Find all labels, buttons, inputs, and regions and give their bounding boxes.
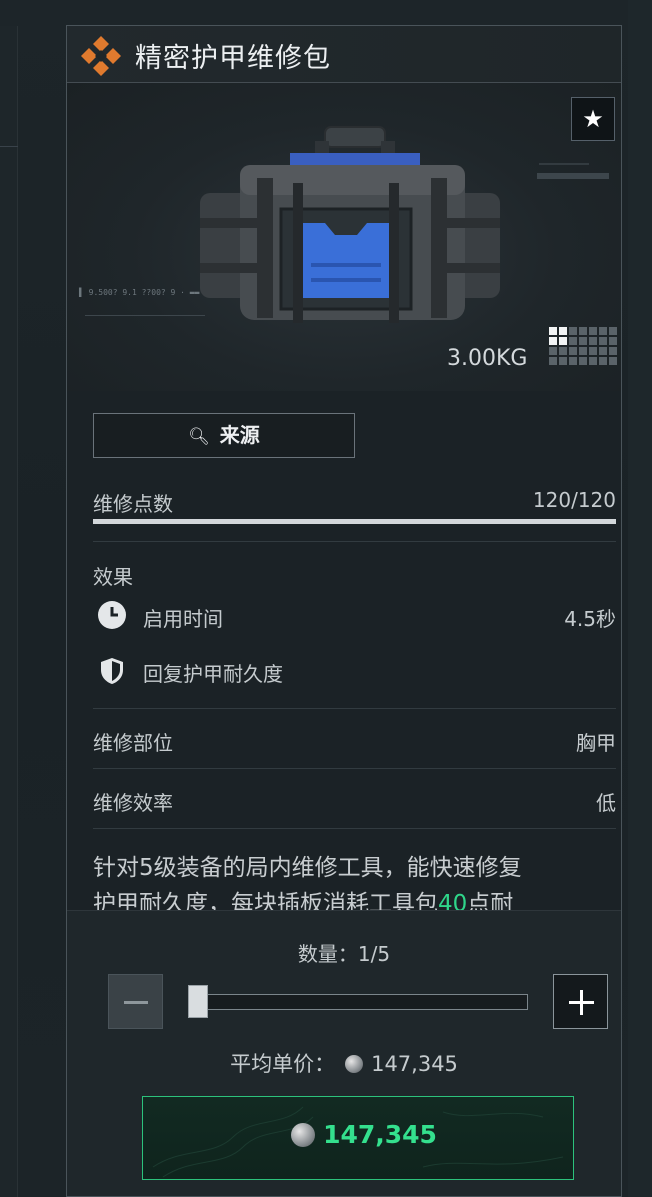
source-button-label: 来源 (219, 423, 260, 447)
divider (93, 708, 616, 709)
purchase-total: 147,345 (143, 1120, 575, 1149)
decorative-line (85, 315, 205, 316)
item-category-icon (81, 36, 121, 76)
average-price-row: 平均单价： 147,345 (67, 1048, 621, 1078)
increase-quantity-button[interactable] (553, 974, 608, 1029)
average-price-value: 147,345 (371, 1052, 458, 1076)
repair-points-bar (93, 519, 616, 524)
quantity-slider-handle[interactable] (188, 985, 208, 1018)
repair-points-label: 维修点数 (93, 492, 173, 516)
decrease-quantity-button[interactable] (108, 974, 163, 1029)
item-weight: 3.00KG (447, 346, 528, 371)
shield-icon (101, 658, 123, 684)
repair-part-label: 维修部位 (93, 731, 173, 755)
source-button[interactable]: 🔍︎ 来源 (93, 413, 355, 458)
right-panel-edge (628, 0, 652, 1197)
use-time-value: 4.5秒 (564, 607, 616, 631)
divider (93, 828, 616, 829)
item-detail-panel: 精密护甲维修包 ▌ 9.500? 9.1 ??00? 9 · ▬▬ ★ 3.00… (66, 25, 622, 1197)
use-time-label: 启用时间 (143, 607, 223, 631)
repair-efficiency-value: 低 (596, 791, 616, 815)
purchase-total-value: 147,345 (323, 1120, 437, 1149)
clock-icon (98, 601, 126, 629)
search-icon: 🔍︎ (188, 427, 210, 447)
quantity-slider[interactable] (191, 994, 528, 1010)
item-description: 针对5级装备的局内维修工具，能快速修复 护甲耐久度，每块插板消耗工具包40点耐 (93, 850, 613, 910)
inventory-size-grid-icon (549, 327, 617, 365)
currency-coin-icon (345, 1055, 364, 1073)
item-title: 精密护甲维修包 (135, 43, 331, 74)
left-panel-edge (0, 26, 18, 1197)
quantity-label: 数量：1/5 (297, 942, 391, 966)
purchase-button[interactable]: 147,345 (142, 1096, 574, 1180)
restore-armor-label: 回复护甲耐久度 (143, 662, 283, 686)
description-line-1: 针对5级装备的局内维修工具，能快速修复 (93, 855, 522, 881)
description-viewport: 针对5级装备的局内维修工具，能快速修复 护甲耐久度，每块插板消耗工具包40点耐 (67, 838, 621, 910)
effects-heading: 效果 (93, 565, 133, 589)
repair-part-value: 胸甲 (576, 731, 616, 755)
decorative-scan-text: ▌ 9.500? 9.1 ??00? 9 · ▬▬ (79, 288, 200, 297)
divider (93, 768, 616, 769)
repair-points-value: 120/120 (532, 488, 616, 512)
decorative-line (537, 173, 609, 179)
decorative-line (539, 163, 589, 165)
purchase-section: 数量：1/5 平均单价： 147,345 147,345 (67, 910, 621, 1196)
item-image-area: ▌ 9.500? 9.1 ??00? 9 · ▬▬ ★ 3.00KG (67, 83, 621, 391)
divider (93, 541, 616, 542)
minus-icon (124, 1001, 148, 1004)
currency-coin-icon (291, 1123, 316, 1147)
description-line-2: 护甲耐久度，每块插板消耗工具包40点耐 (93, 891, 514, 910)
repair-efficiency-label: 维修效率 (93, 791, 173, 815)
repair-kit-bag-image (200, 126, 500, 323)
average-price-label: 平均单价： (230, 1052, 336, 1076)
favorite-button[interactable]: ★ (571, 97, 615, 141)
title-bar: 精密护甲维修包 (67, 26, 621, 83)
